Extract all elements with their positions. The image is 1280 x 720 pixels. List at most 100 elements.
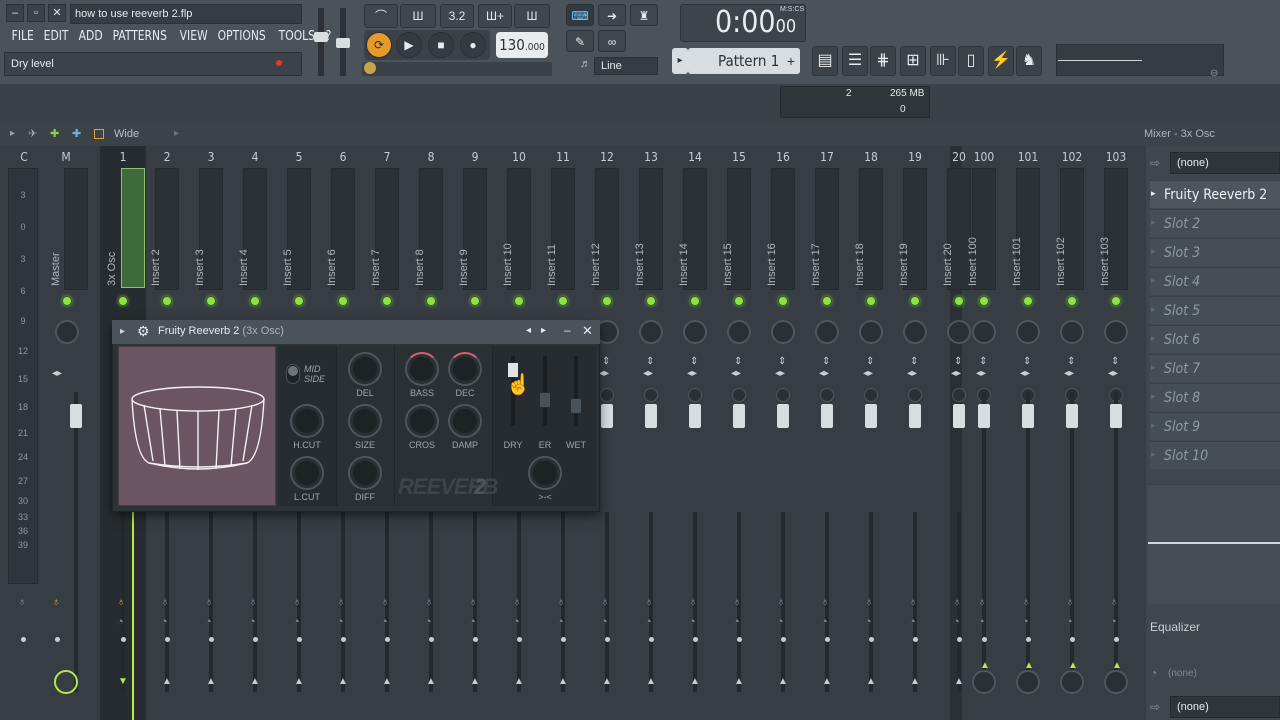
track-enable-led[interactable] — [1067, 296, 1077, 306]
plugin-minimize-icon[interactable]: – — [564, 323, 571, 337]
track-clock-icon[interactable]: ◔ — [557, 616, 564, 628]
menu-options[interactable]: OPTIONS — [214, 27, 269, 47]
mixer-tool-icon[interactable]: ✚ — [72, 127, 81, 140]
step-edit-button[interactable]: Ш+ — [478, 4, 512, 28]
mixer-menu-arrow-icon[interactable]: ▸ — [10, 128, 15, 139]
track-enable-led[interactable] — [1023, 296, 1033, 306]
track-number[interactable]: 18 — [851, 150, 891, 164]
mixer-faders-icon[interactable]: ⊪ — [930, 46, 956, 76]
track-stereo-icon[interactable]: ◂▸ — [599, 368, 609, 379]
track-stereo-icon[interactable]: ◂▸ — [643, 368, 653, 379]
track-route-dot[interactable] — [341, 637, 346, 642]
track-enable-led[interactable] — [162, 296, 172, 306]
track-label[interactable]: Insert 19 — [898, 243, 910, 286]
track-swap-icon[interactable]: ⇕ — [910, 356, 918, 367]
typing-keyboard-icon[interactable]: ⌨ — [566, 4, 594, 26]
pattern-play-icon[interactable]: ▸ — [672, 48, 688, 74]
track-stereo-knob[interactable] — [732, 388, 746, 402]
track-label[interactable]: Insert 11 — [546, 244, 558, 286]
track-label[interactable]: Insert 14 — [678, 243, 690, 286]
track-stereo-knob[interactable] — [820, 388, 834, 402]
track-fader[interactable] — [1066, 404, 1078, 428]
track-stereo-knob[interactable] — [952, 388, 966, 402]
track-clock-icon[interactable]: ◔ — [865, 616, 872, 628]
slot-arrow-icon[interactable]: ▸ — [1151, 217, 1156, 228]
track-stereo-knob[interactable] — [776, 388, 790, 402]
track-route-dot[interactable] — [121, 637, 126, 642]
slot-arrow-icon[interactable]: ▸ — [1151, 449, 1156, 460]
lcut-knob[interactable] — [290, 456, 324, 490]
track-fx-icon[interactable]: ♁ — [205, 596, 213, 608]
slot-arrow-icon[interactable]: ▸ — [1151, 391, 1156, 402]
track-route-dot[interactable] — [605, 637, 610, 642]
master-enable-led[interactable] — [62, 296, 72, 306]
track-clock-icon[interactable]: ◔ — [689, 616, 696, 628]
track-route-dot[interactable] — [253, 637, 258, 642]
track-label[interactable]: Insert 101 — [1011, 237, 1023, 286]
track-clock-icon[interactable]: ◔ — [425, 616, 432, 628]
track-number[interactable]: 5 — [279, 150, 319, 164]
delay-knob[interactable] — [348, 352, 382, 386]
track-swap-icon[interactable]: ⇕ — [979, 356, 987, 367]
wet-slider[interactable] — [570, 398, 582, 414]
track-number[interactable]: 9 — [455, 150, 495, 164]
stereo-separation-knob[interactable] — [528, 456, 562, 490]
track-fx-icon[interactable]: ♁ — [1110, 596, 1118, 608]
fx-slot[interactable]: Fruity Reeverb 2 — [1150, 180, 1280, 208]
track-stereo-icon[interactable]: ◂▸ — [951, 368, 961, 379]
track-label[interactable]: Insert 2 — [150, 249, 162, 286]
track-fader[interactable] — [601, 404, 613, 428]
track-enable-led[interactable] — [734, 296, 744, 306]
master-volume-handle[interactable] — [314, 32, 328, 42]
track-send-arrow-icon[interactable]: ▲ — [250, 676, 260, 687]
track-number[interactable]: 102 — [1052, 150, 1092, 164]
track-enable-led[interactable] — [954, 296, 964, 306]
track-enable-led[interactable] — [778, 296, 788, 306]
track-clock-icon[interactable]: ◔ — [161, 616, 168, 628]
track-send-arrow-icon[interactable]: ▲ — [866, 676, 876, 687]
browser-icon[interactable]: ▯ — [958, 46, 984, 76]
track-pan-knob[interactable] — [947, 320, 971, 344]
master-pitch-handle[interactable] — [336, 38, 350, 48]
track-send-arrow-icon[interactable]: ▲ — [206, 676, 216, 687]
wait-input-button[interactable]: Ш — [400, 4, 436, 28]
track-clock-icon[interactable]: ◔ — [337, 616, 344, 628]
track-enable-led[interactable] — [338, 296, 348, 306]
track-clock-icon[interactable]: ◔ — [909, 616, 916, 628]
track-enable-led[interactable] — [294, 296, 304, 306]
er-slider[interactable] — [539, 392, 551, 408]
track-fx-icon[interactable]: ♁ — [777, 596, 785, 608]
track-send-knob[interactable] — [1104, 670, 1128, 694]
track-pan-knob[interactable] — [903, 320, 927, 344]
track-fader[interactable] — [1022, 404, 1034, 428]
track-swap-icon[interactable]: ⇕ — [822, 356, 830, 367]
track-clock-icon[interactable]: ◔ — [777, 616, 784, 628]
restore-button[interactable]: ▫ — [27, 4, 45, 22]
track-fx-icon[interactable]: ♁ — [425, 596, 433, 608]
mixer-view-mode[interactable]: Wide — [114, 128, 139, 140]
tempo-display[interactable]: 130.000 — [496, 32, 548, 58]
track-clock-icon[interactable]: ◔ — [381, 616, 388, 628]
track-route-dot[interactable] — [1114, 637, 1119, 642]
track-send-arrow-icon[interactable]: ▲ — [162, 676, 172, 687]
master-send-knob[interactable] — [54, 670, 78, 694]
track-send-arrow-icon[interactable]: ▲ — [1068, 660, 1078, 671]
track-fx-icon[interactable]: ♁ — [865, 596, 873, 608]
track-clock-icon[interactable]: ◔ — [469, 616, 476, 628]
track-label[interactable]: Insert 5 — [282, 249, 294, 286]
track-clock-icon[interactable]: ◔ — [249, 616, 256, 628]
track-fx-icon[interactable]: ♁ — [601, 596, 609, 608]
plugin-menu-arrow-icon[interactable]: ▸ — [120, 326, 125, 337]
track-stereo-icon[interactable]: ◂▸ — [1108, 368, 1118, 379]
fx-slot[interactable]: Slot 6 — [1150, 325, 1280, 353]
track-stereo-knob[interactable] — [600, 388, 614, 402]
track-fader[interactable] — [978, 404, 990, 428]
output-select[interactable]: (none) — [1170, 696, 1280, 718]
track-number[interactable]: 17 — [807, 150, 847, 164]
view-arrow-icon[interactable]: ▸ — [174, 128, 179, 139]
track-stereo-icon[interactable]: ◂▸ — [976, 368, 986, 379]
track-fx-icon[interactable]: ♁ — [689, 596, 697, 608]
track-fader[interactable] — [953, 404, 965, 428]
headphones-icon[interactable]: ♬ — [580, 58, 591, 70]
output-icon[interactable]: ⇨ — [1150, 700, 1160, 714]
